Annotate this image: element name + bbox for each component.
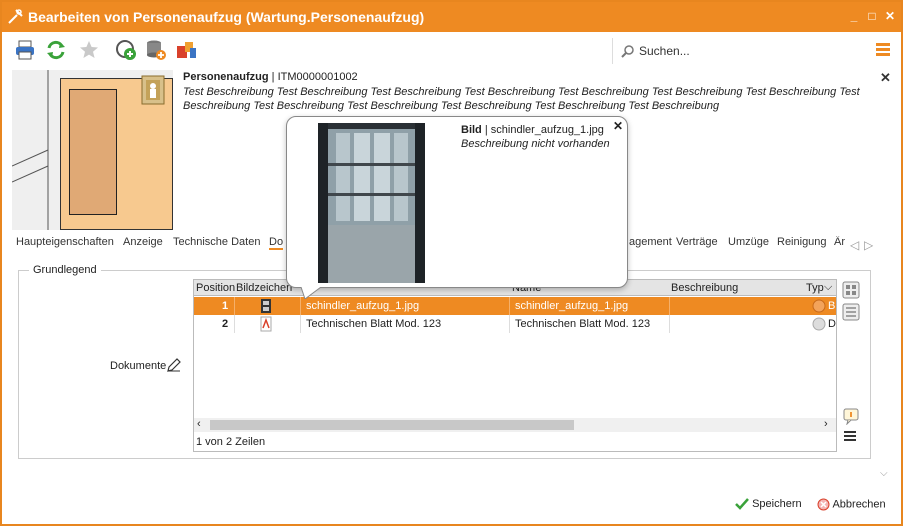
info-close-button[interactable]: ✕ xyxy=(880,70,891,86)
record-type: Personenaufzug xyxy=(183,71,269,83)
database-add-icon[interactable] xyxy=(145,39,167,61)
popup-close-button[interactable]: ✕ xyxy=(613,119,623,133)
floor-plan-preview[interactable] xyxy=(12,70,173,230)
elevator-photo xyxy=(318,123,425,283)
refresh-icon[interactable] xyxy=(45,39,67,61)
popup-title: Bild | schindler_aufzug_1.jpg xyxy=(461,124,604,136)
cancel-button[interactable]: Abbrechen xyxy=(817,498,886,511)
elevator-badge-icon xyxy=(141,75,165,105)
edit-pencil-icon[interactable] xyxy=(166,357,182,373)
table-row[interactable]: 1 schindler_aufzug_1.jpg schindler_aufzu… xyxy=(194,297,836,315)
record-info: Personenaufzug | ITM0000001002 Test Besc… xyxy=(183,71,883,113)
tab-anzeige[interactable]: Anzeige xyxy=(123,236,163,248)
tab-aenderungen[interactable]: Är xyxy=(834,236,845,248)
footer-bar: Speichern Abbrechen xyxy=(2,492,901,522)
horizontal-scrollbar[interactable]: ‹ › xyxy=(194,418,836,432)
column-menu-chevron-icon[interactable]: ⌵ xyxy=(824,281,832,294)
more-options-icon[interactable] xyxy=(844,431,856,441)
popup-separator: | xyxy=(484,124,488,136)
maximize-button[interactable]: □ xyxy=(866,10,878,22)
grid-view-icon[interactable] xyxy=(842,281,860,299)
row-document: Technischen Blatt Mod. 123 xyxy=(306,318,442,330)
tab-next-icon[interactable]: ▷ xyxy=(864,238,873,252)
row-position: 2 xyxy=(222,318,229,330)
floor-plan-elevator-shaft xyxy=(69,89,117,215)
search-input[interactable] xyxy=(639,42,859,60)
add-circle-icon[interactable] xyxy=(115,39,137,61)
scroll-left-icon[interactable]: ‹ xyxy=(197,418,201,430)
toolbar xyxy=(2,34,901,68)
documents-label: Dokumente xyxy=(110,360,167,372)
pdf-icon xyxy=(260,316,272,332)
record-separator: | xyxy=(271,71,275,83)
scroll-thumb[interactable] xyxy=(210,420,574,430)
record-id: ITM0000001002 xyxy=(277,71,358,83)
favorite-star-icon[interactable] xyxy=(78,39,100,61)
documents-grid: Position Bildzeichen Name Beschreibung T… xyxy=(193,279,837,452)
section-grundlegend: Grundlegend Dokumente Position Bildzeich… xyxy=(18,264,871,459)
shapes-icon[interactable] xyxy=(176,39,198,61)
print-icon[interactable] xyxy=(14,39,36,61)
tab-dokumente[interactable]: Do xyxy=(269,236,284,250)
row-document: schindler_aufzug_1.jpg xyxy=(306,300,420,312)
edit-window: Bearbeiten von Personenaufzug (Wartung.P… xyxy=(0,0,903,526)
section-legend: Grundlegend xyxy=(29,264,101,276)
cancel-label: Abbrechen xyxy=(832,498,886,511)
save-button[interactable]: Speichern xyxy=(735,498,802,510)
row-name: Technischen Blatt Mod. 123 xyxy=(515,318,651,330)
popup-label: Bild xyxy=(461,124,482,136)
tab-technische-daten[interactable]: Technische Daten xyxy=(173,236,260,248)
popup-description: Beschreibung nicht vorhanden xyxy=(461,138,610,150)
row-position: 1 xyxy=(222,300,229,312)
record-description: Test Beschreibung Test Beschreibung Test… xyxy=(183,86,860,112)
grid-side-tools xyxy=(839,279,865,452)
search-box[interactable] xyxy=(612,38,870,64)
tools-icon xyxy=(8,9,23,24)
film-icon xyxy=(261,299,271,313)
col-header-typ[interactable]: Typ xyxy=(806,282,824,294)
row-type: B xyxy=(828,300,836,312)
scroll-down-icon[interactable]: ⌵ xyxy=(880,468,888,479)
row-count: 1 von 2 Zeilen xyxy=(196,436,266,448)
cancel-icon xyxy=(817,498,830,511)
vertical-scrollbar[interactable]: ⌵ xyxy=(878,242,892,487)
menu-icon[interactable] xyxy=(876,43,890,57)
minimize-button[interactable]: _ xyxy=(848,10,860,22)
tab-umzuege[interactable]: Umzüge xyxy=(728,236,769,248)
save-label: Speichern xyxy=(752,498,802,510)
tab-reinigung[interactable]: Reinigung xyxy=(777,236,827,248)
image-preview-popup: Bild | schindler_aufzug_1.jpg Beschreibu… xyxy=(286,116,628,299)
search-icon xyxy=(621,45,634,58)
col-header-beschreibung[interactable]: Beschreibung xyxy=(671,282,738,294)
table-row[interactable]: 2 Technischen Blatt Mod. 123 Technischen… xyxy=(194,315,836,333)
row-type: D xyxy=(828,318,836,330)
info-icon[interactable] xyxy=(842,407,860,425)
title-bar: Bearbeiten von Personenaufzug (Wartung.P… xyxy=(2,2,901,32)
popup-tail xyxy=(301,287,321,299)
tab-prev-icon[interactable]: ◁ xyxy=(850,238,859,252)
window-close-button[interactable]: ✕ xyxy=(884,10,896,22)
col-header-bildzeichen[interactable]: Bildzeichen xyxy=(236,282,292,294)
check-icon xyxy=(735,498,749,510)
scroll-right-icon[interactable]: › xyxy=(824,418,828,430)
list-view-icon[interactable] xyxy=(842,303,860,321)
window-title: Bearbeiten von Personenaufzug (Wartung.P… xyxy=(28,9,425,25)
tab-management[interactable]: agement xyxy=(629,236,672,248)
popup-filename: schindler_aufzug_1.jpg xyxy=(490,124,604,136)
image-type-icon xyxy=(812,299,826,313)
tab-haupteigenschaften[interactable]: Haupteigenschaften xyxy=(16,236,114,248)
tab-vertraege[interactable]: Verträge xyxy=(676,236,718,248)
row-name: schindler_aufzug_1.jpg xyxy=(515,300,629,312)
col-header-position[interactable]: Position xyxy=(196,282,235,294)
document-type-icon xyxy=(812,317,826,331)
floor-plan-lines xyxy=(12,70,49,230)
